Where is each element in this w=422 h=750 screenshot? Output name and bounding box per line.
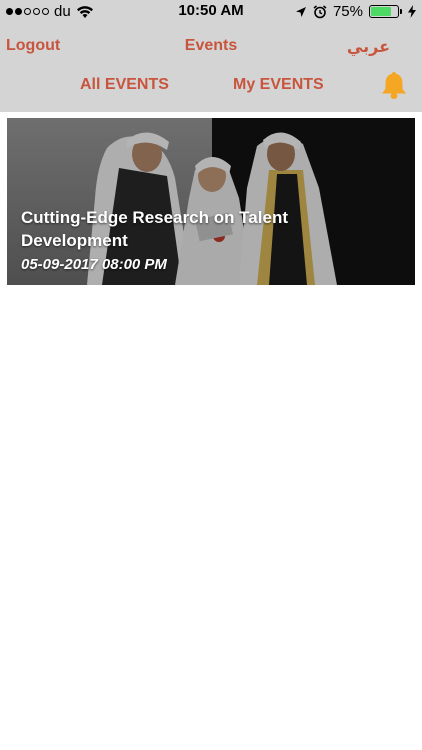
event-datetime: 05-09-2017 08:00 PM	[21, 256, 167, 273]
alarm-icon	[313, 4, 327, 18]
status-right: 75%	[295, 3, 416, 20]
battery-icon	[369, 5, 402, 18]
location-arrow-icon	[295, 6, 306, 17]
language-toggle-button[interactable]: عربي	[347, 37, 390, 57]
tab-my-events[interactable]: My EVENTS	[233, 76, 324, 94]
battery-percent: 75%	[332, 3, 363, 20]
events-screen: du 10:50 AM 75% Logout Events عربي All E…	[0, 0, 422, 750]
status-bar: du 10:50 AM 75%	[0, 0, 422, 24]
event-card[interactable]: Cutting-Edge Research on Talent Developm…	[7, 118, 415, 285]
bell-icon[interactable]	[380, 70, 408, 100]
navigation-bar: Logout Events عربي	[0, 28, 422, 64]
battery-level-fill	[371, 7, 391, 16]
events-tab-bar: All EVENTS My EVENTS	[0, 66, 422, 106]
event-title: Cutting-Edge Research on Talent Developm…	[21, 208, 288, 250]
charging-bolt-icon	[408, 5, 416, 18]
tab-all-events[interactable]: All EVENTS	[80, 76, 169, 94]
